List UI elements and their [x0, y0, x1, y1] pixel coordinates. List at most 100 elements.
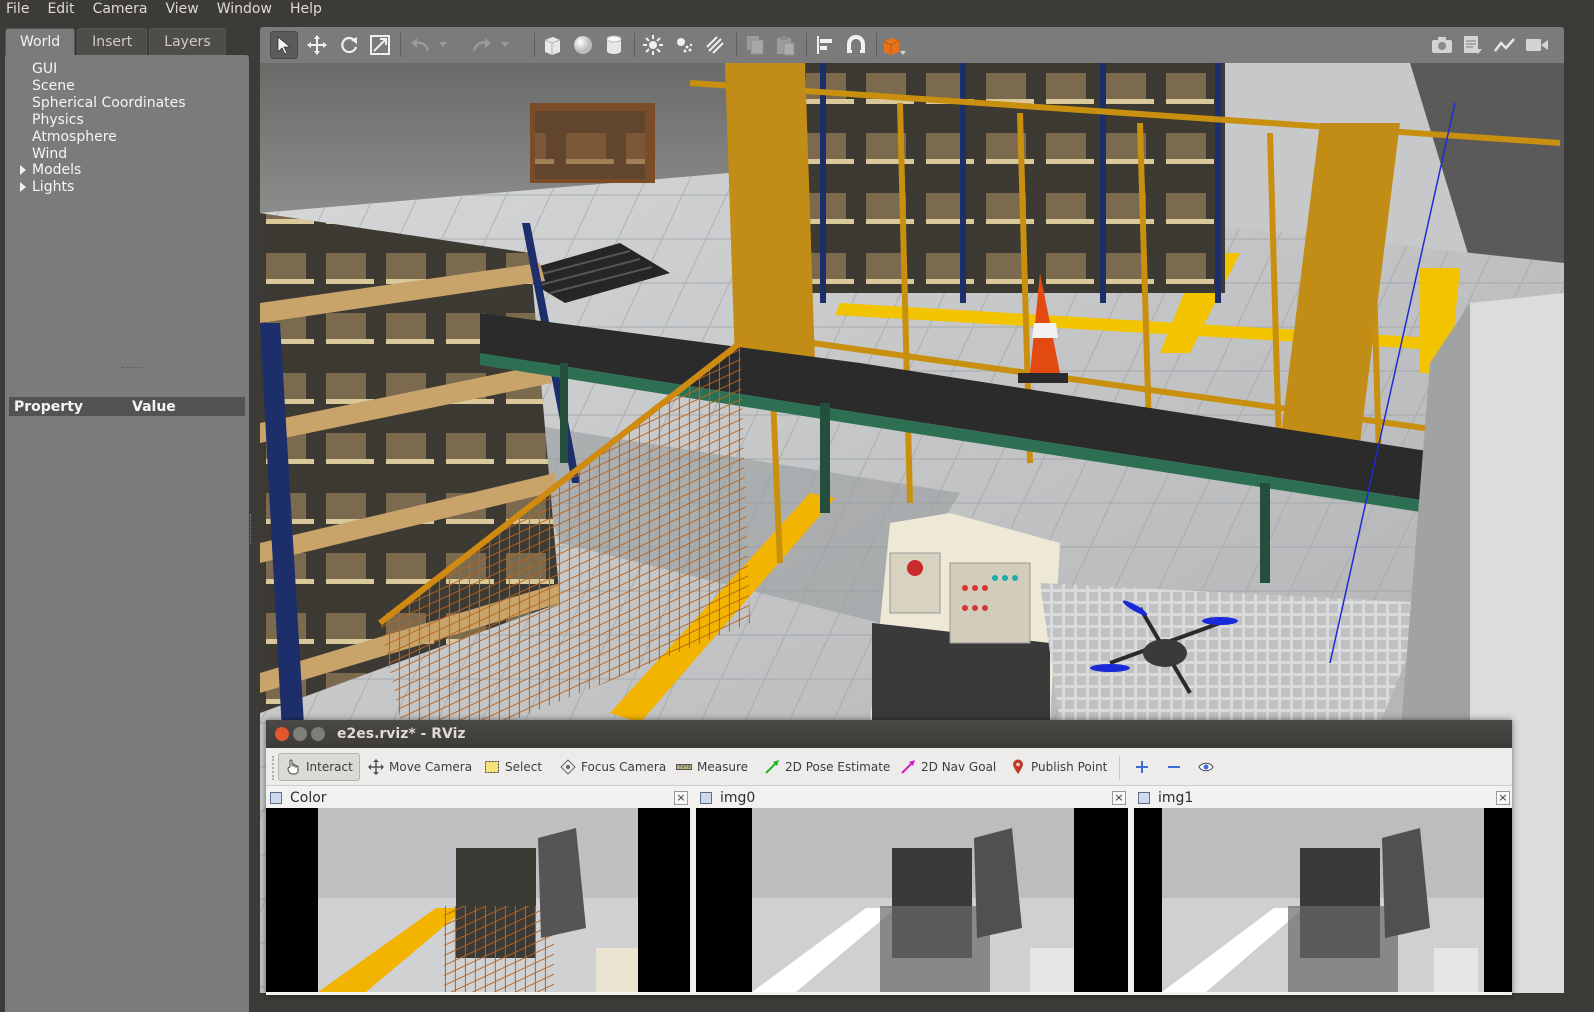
- add-tool-button[interactable]: [1128, 753, 1161, 781]
- menu-window[interactable]: Window: [208, 2, 281, 16]
- redo-dropdown-icon[interactable]: [498, 31, 512, 59]
- sphere-shape-icon[interactable]: [569, 31, 597, 59]
- rviz-window: e2es.rviz* - RViz Interact Move Camera S…: [266, 720, 1512, 995]
- select-tool-label: Select: [505, 760, 543, 774]
- tree-item-physics[interactable]: Physics: [32, 112, 84, 128]
- maximize-window-icon[interactable]: [311, 727, 325, 741]
- measure-tool-button[interactable]: Measure: [670, 753, 754, 781]
- directional-light-icon[interactable]: [701, 31, 729, 59]
- tree-item-models[interactable]: Models: [20, 162, 82, 178]
- tab-layers[interactable]: Layers: [149, 28, 226, 55]
- align-icon[interactable]: [811, 31, 839, 59]
- 2d-pose-estimate-tool-label: 2D Pose Estimate: [785, 760, 891, 774]
- select-tool-button[interactable]: Select: [478, 753, 548, 781]
- left-panel: World Insert Layers GUI Scene Spherical …: [0, 24, 254, 1012]
- 2d-nav-goal-tool-label: 2D Nav Goal: [921, 760, 997, 774]
- move-camera-tool-button[interactable]: Move Camera: [362, 753, 478, 781]
- menu-camera[interactable]: Camera: [84, 2, 157, 16]
- image-panel-header[interactable]: img0 ×: [696, 788, 1128, 808]
- log-icon[interactable]: [1459, 31, 1487, 59]
- tree-item-scene[interactable]: Scene: [32, 78, 75, 94]
- interact-tool-button[interactable]: Interact: [278, 753, 360, 781]
- box-shape-icon[interactable]: [538, 31, 566, 59]
- snap-icon[interactable]: [842, 31, 870, 59]
- tool-properties-button[interactable]: [1192, 753, 1225, 781]
- tree-item-models-label: Models: [32, 162, 82, 178]
- image-panel-color: Color ×: [266, 786, 690, 995]
- tree-item-atmosphere[interactable]: Atmosphere: [32, 129, 117, 145]
- copy-icon[interactable]: [740, 31, 768, 59]
- image-panel-title: img1: [1158, 790, 1194, 806]
- property-table-header: Property Value: [9, 397, 245, 416]
- undo-dropdown-icon[interactable]: [436, 31, 450, 59]
- plus-icon: [1134, 759, 1150, 775]
- scale-mode-icon[interactable]: [366, 31, 394, 59]
- tree-item-lights[interactable]: Lights: [20, 179, 75, 195]
- remove-tool-button[interactable]: [1160, 753, 1193, 781]
- close-icon[interactable]: ×: [1112, 791, 1126, 805]
- interact-tool-label: Interact: [306, 760, 353, 774]
- close-icon[interactable]: ×: [674, 791, 688, 805]
- minus-icon: [1166, 759, 1182, 775]
- menu-edit[interactable]: Edit: [38, 2, 83, 16]
- tree-item-wind[interactable]: Wind: [32, 146, 67, 162]
- view-angle-icon[interactable]: [880, 31, 908, 59]
- menu-help[interactable]: Help: [281, 2, 331, 16]
- hand-icon: [285, 759, 301, 775]
- value-column-header[interactable]: Value: [132, 399, 176, 415]
- menu-view[interactable]: View: [157, 2, 208, 16]
- publish-point-tool-button[interactable]: Publish Point: [1004, 753, 1113, 781]
- camera-image-img0: [696, 808, 1128, 992]
- measure-tool-label: Measure: [697, 760, 748, 774]
- spot-light-icon[interactable]: [670, 31, 698, 59]
- plot-icon[interactable]: [1491, 31, 1519, 59]
- tree-item-spherical-coordinates[interactable]: Spherical Coordinates: [32, 95, 186, 111]
- tab-insert[interactable]: Insert: [77, 28, 148, 55]
- menu-file[interactable]: File: [0, 2, 38, 16]
- translate-mode-icon[interactable]: [303, 31, 331, 59]
- video-record-icon[interactable]: [1523, 31, 1551, 59]
- tree-item-gui[interactable]: GUI: [32, 61, 57, 77]
- image-panel-header[interactable]: Color ×: [266, 788, 690, 808]
- select-mode-icon[interactable]: [270, 31, 298, 59]
- rviz-window-title: e2es.rviz* - RViz: [337, 726, 466, 742]
- focus-camera-tool-button[interactable]: Focus Camera: [554, 753, 672, 781]
- 2d-nav-goal-tool-button[interactable]: 2D Nav Goal: [894, 753, 1002, 781]
- panel-splitter-handle[interactable]: [122, 367, 142, 370]
- image-panel-title: img0: [720, 790, 756, 806]
- image-display-icon: [700, 792, 712, 804]
- cylinder-shape-icon[interactable]: [600, 31, 628, 59]
- 2d-pose-estimate-tool-button[interactable]: 2D Pose Estimate: [758, 753, 896, 781]
- image-panel-img0: img0 ×: [696, 786, 1128, 995]
- paste-icon[interactable]: [771, 31, 799, 59]
- move-camera-icon: [368, 759, 384, 775]
- close-window-icon[interactable]: [275, 727, 289, 741]
- point-light-icon[interactable]: [639, 31, 667, 59]
- side-panel-resize-handle[interactable]: [250, 514, 253, 544]
- image-panel-title: Color: [290, 790, 327, 806]
- toolbar-grip-handle[interactable]: [272, 756, 276, 780]
- screenshot-icon[interactable]: [1428, 31, 1456, 59]
- focus-camera-icon: [560, 759, 576, 775]
- undo-icon[interactable]: [406, 31, 434, 59]
- minimize-window-icon[interactable]: [293, 727, 307, 741]
- rotate-mode-icon[interactable]: [335, 31, 363, 59]
- property-column-header[interactable]: Property: [14, 399, 132, 415]
- expand-arrow-icon[interactable]: [20, 165, 26, 175]
- gazebo-toolbar: [260, 27, 1564, 63]
- green-arrow-icon: [764, 759, 780, 775]
- move-camera-tool-label: Move Camera: [389, 760, 473, 774]
- image-display-icon: [270, 792, 282, 804]
- image-panel-header[interactable]: img1 ×: [1134, 788, 1512, 808]
- rviz-title-bar[interactable]: e2es.rviz* - RViz: [266, 720, 1512, 748]
- ruler-icon: [676, 759, 692, 775]
- expand-arrow-icon[interactable]: [20, 182, 26, 192]
- camera-image-img1: [1134, 808, 1512, 992]
- close-icon[interactable]: ×: [1496, 791, 1510, 805]
- rviz-toolbar: Interact Move Camera Select Focus Camera…: [266, 748, 1512, 786]
- tab-world[interactable]: World: [5, 28, 76, 55]
- focus-camera-tool-label: Focus Camera: [581, 760, 667, 774]
- tree-item-lights-label: Lights: [32, 179, 75, 195]
- redo-icon[interactable]: [468, 31, 496, 59]
- eye-icon: [1198, 759, 1214, 775]
